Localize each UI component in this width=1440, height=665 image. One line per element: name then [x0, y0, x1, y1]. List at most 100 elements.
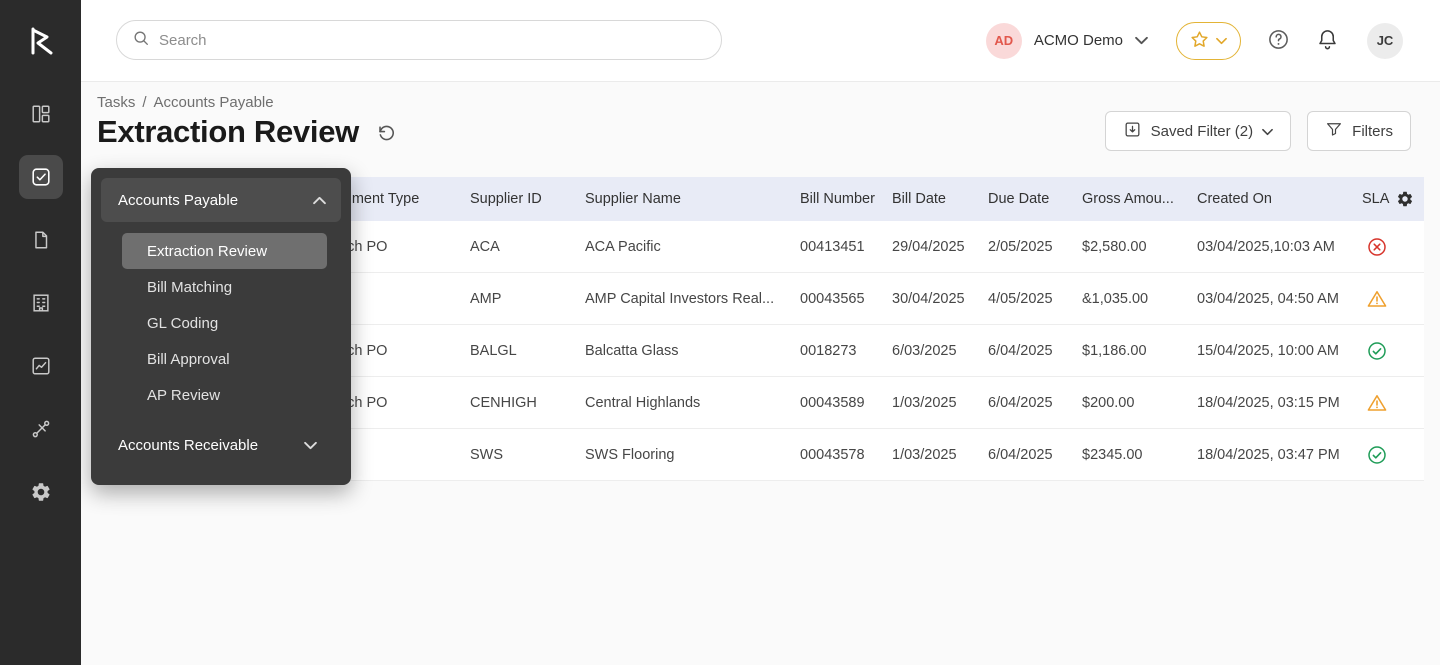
column-settings-gear-icon[interactable]: [1396, 190, 1414, 208]
cell-supplier-id: CENHIGH: [470, 395, 585, 411]
cell-supplier-name: ACA Pacific: [585, 239, 800, 255]
topbar: AD ACMO Demo: [81, 0, 1440, 82]
menu-item-bill-matching[interactable]: Bill Matching: [122, 269, 327, 305]
chevron-down-icon: [1216, 33, 1227, 48]
menu-section-label: Accounts Payable: [118, 192, 238, 209]
saved-filter-button[interactable]: Saved Filter (2): [1105, 111, 1292, 151]
page-actions: Saved Filter (2) Filters: [1105, 111, 1411, 151]
cell-bill-number: 00043565: [800, 291, 892, 307]
sidebar-item-settings[interactable]: [19, 470, 63, 514]
column-supplier-id[interactable]: Supplier ID: [470, 191, 585, 207]
cell-bill-date: 1/03/2025: [892, 395, 988, 411]
cell-supplier-id: AMP: [470, 291, 585, 307]
sidebar-nav: [19, 92, 63, 533]
cell-bill-number: 0018273: [800, 343, 892, 359]
cell-bill-date: 6/03/2025: [892, 343, 988, 359]
menu-items: Extraction Review Bill Matching GL Codin…: [101, 233, 341, 413]
cell-gross-amount: &1,035.00: [1082, 291, 1197, 307]
org-avatar: AD: [986, 23, 1022, 59]
chart-icon: [30, 355, 52, 377]
cell-bill-date: 29/04/2025: [892, 239, 988, 255]
filter-funnel-icon: [1325, 120, 1343, 142]
global-search[interactable]: [116, 20, 722, 60]
app-logo-icon: [22, 22, 60, 60]
search-input[interactable]: [159, 32, 706, 49]
filters-button[interactable]: Filters: [1307, 111, 1411, 151]
menu-item-gl-coding[interactable]: GL Coding: [122, 305, 327, 341]
star-icon: [1190, 30, 1209, 52]
sla-status-icon: [1367, 237, 1387, 257]
sla-status-icon: [1367, 289, 1387, 309]
cell-created-on: 18/04/2025, 03:15 PM: [1197, 395, 1355, 411]
column-due-date[interactable]: Due Date: [988, 191, 1082, 207]
cell-gross-amount: $2,580.00: [1082, 239, 1197, 255]
topbar-right-cluster: AD ACMO Demo: [986, 0, 1403, 81]
org-avatar-initials: AD: [994, 33, 1013, 48]
user-avatar: JC: [1367, 23, 1403, 59]
sla-status-icon: [1367, 393, 1387, 413]
notifications-button[interactable]: [1316, 28, 1339, 54]
cell-supplier-id: SWS: [470, 447, 585, 463]
cell-supplier-id: ACA: [470, 239, 585, 255]
app-logo: [0, 0, 81, 81]
org-name: ACMO Demo: [1034, 32, 1123, 49]
filters-label: Filters: [1352, 123, 1393, 140]
cell-due-date: 6/04/2025: [988, 395, 1082, 411]
column-bill-date[interactable]: Bill Date: [892, 191, 988, 207]
chevron-up-icon: [313, 192, 326, 209]
menu-section-accounts-receivable[interactable]: Accounts Receivable: [101, 427, 341, 463]
user-avatar-initials: JC: [1377, 33, 1394, 48]
page-title: Extraction Review: [97, 114, 359, 150]
plug-icon: [30, 418, 52, 440]
search-icon: [132, 29, 150, 52]
help-button[interactable]: [1267, 28, 1290, 54]
cell-created-on: 03/04/2025, 04:50 AM: [1197, 291, 1355, 307]
breadcrumb-tasks[interactable]: Tasks: [97, 94, 135, 111]
cell-bill-date: 30/04/2025: [892, 291, 988, 307]
sidebar-item-documents[interactable]: [19, 218, 63, 262]
cell-bill-number: 00413451: [800, 239, 892, 255]
menu-item-bill-approval[interactable]: Bill Approval: [122, 341, 327, 377]
cell-gross-amount: $1,186.00: [1082, 343, 1197, 359]
column-gross-amount[interactable]: Gross Amou...: [1082, 191, 1197, 207]
cell-created-on: 15/04/2025, 10:00 AM: [1197, 343, 1355, 359]
breadcrumb: Tasks / Accounts Payable: [97, 94, 274, 111]
sidebar-item-tasks[interactable]: [19, 155, 63, 199]
menu-item-ap-review[interactable]: AP Review: [122, 377, 327, 413]
user-menu-button[interactable]: JC: [1367, 23, 1403, 59]
refresh-button[interactable]: [376, 123, 397, 147]
menu-item-extraction-review[interactable]: Extraction Review: [122, 233, 327, 269]
column-bill-number[interactable]: Bill Number: [800, 191, 892, 207]
menu-section-label: Accounts Receivable: [118, 437, 258, 454]
column-created-on[interactable]: Created On: [1197, 191, 1355, 207]
help-icon: [1267, 28, 1290, 54]
saved-filter-icon: [1123, 120, 1142, 143]
cell-created-on: 18/04/2025, 03:47 PM: [1197, 447, 1355, 463]
favorites-button[interactable]: [1176, 22, 1241, 60]
task-type-dropdown: Accounts Payable Extraction Review Bill …: [91, 168, 351, 485]
column-supplier-name[interactable]: Supplier Name: [585, 191, 800, 207]
saved-filter-label: Saved Filter (2): [1151, 123, 1254, 140]
sidebar-item-integrations[interactable]: [19, 407, 63, 451]
menu-section-accounts-payable[interactable]: Accounts Payable: [101, 178, 341, 222]
sla-status-icon: [1367, 341, 1387, 361]
cell-supplier-name: SWS Flooring: [585, 447, 800, 463]
cell-supplier-name: AMP Capital Investors Real...: [585, 291, 800, 307]
column-sla: SLA: [1355, 190, 1424, 208]
gear-icon: [30, 481, 52, 503]
sidebar: [0, 0, 81, 665]
cell-gross-amount: $200.00: [1082, 395, 1197, 411]
chevron-down-icon: [1262, 123, 1273, 140]
title-row: Extraction Review: [97, 114, 397, 150]
sidebar-item-organization[interactable]: [19, 281, 63, 325]
cell-due-date: 6/04/2025: [988, 343, 1082, 359]
chevron-down-icon: [1135, 32, 1148, 50]
cell-supplier-id: BALGL: [470, 343, 585, 359]
breadcrumb-current: Accounts Payable: [154, 94, 274, 111]
org-switcher[interactable]: AD ACMO Demo: [986, 23, 1148, 59]
sidebar-item-dashboard[interactable]: [19, 92, 63, 136]
building-icon: [30, 292, 52, 314]
sidebar-item-reports[interactable]: [19, 344, 63, 388]
cell-bill-number: 00043578: [800, 447, 892, 463]
cell-due-date: 2/05/2025: [988, 239, 1082, 255]
